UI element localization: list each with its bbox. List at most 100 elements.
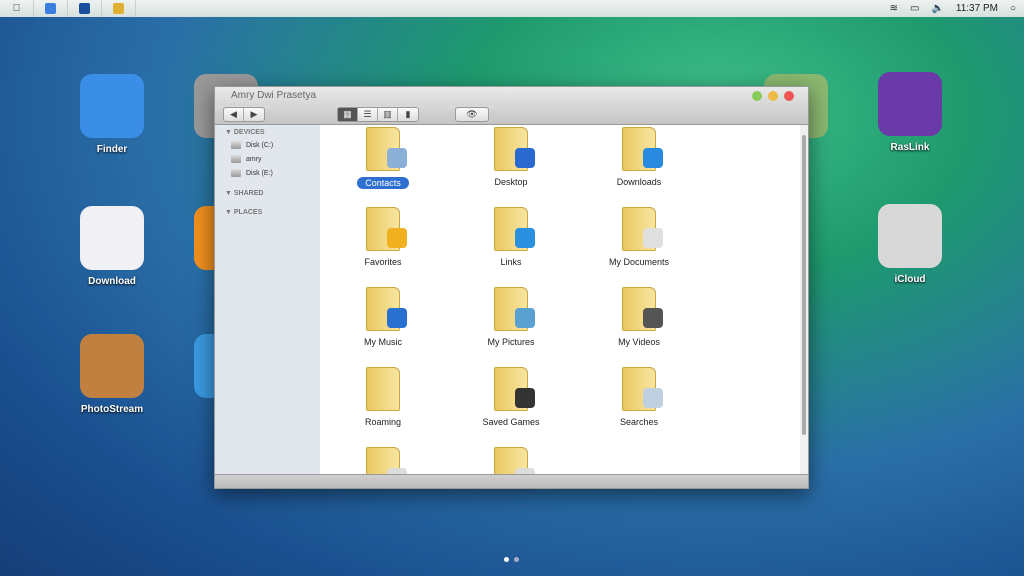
app-icon [80, 334, 144, 398]
app-icon [878, 204, 942, 268]
folder-app-icon[interactable] [102, 0, 136, 17]
volume-icon[interactable]: 🔈 [931, 3, 943, 14]
folder-item[interactable]: Links [456, 207, 566, 267]
finder-icon[interactable] [34, 0, 68, 17]
folder-item[interactable]: My Music [328, 287, 438, 347]
eye-icon[interactable]: 👁 [456, 108, 488, 121]
sidebar: ▼ DEVICES Disk (C:) amry Disk (E:) ▼ SHARED ▼… [215, 125, 320, 474]
folder-item[interactable]: Searches [584, 367, 694, 427]
sidebar-item-label: Disk (E:) [246, 169, 273, 177]
folder-label: Favorites [364, 257, 402, 267]
desktop-icon-label: RasLink [890, 142, 930, 153]
folder-item[interactable] [456, 447, 566, 474]
folder-icon [622, 287, 663, 331]
photoshop-icon[interactable] [68, 0, 102, 17]
app-icon [80, 206, 144, 270]
minimize-button[interactable] [752, 91, 762, 101]
sidebar-section[interactable]: ▼ SHARED [215, 186, 320, 199]
disk-icon [231, 169, 241, 177]
folder-item[interactable]: Downloads [584, 127, 694, 187]
disk-icon [231, 141, 241, 149]
clock[interactable]: 11:37 PM [956, 3, 998, 14]
folder-label: My Pictures [487, 337, 535, 347]
desktop-icon-label: Download [88, 276, 136, 287]
folder-label: Contacts [357, 177, 409, 189]
title-bar[interactable]: Amry Dwi Prasetya [215, 87, 808, 105]
scroll-thumb[interactable] [802, 135, 806, 435]
search-icon[interactable]: ○ [1010, 3, 1016, 14]
desktop-icon[interactable]: Download [72, 206, 152, 287]
folder-label: My Videos [618, 337, 660, 347]
desktop-icon[interactable]: PhotoStream [72, 334, 152, 415]
sidebar-section[interactable]: ▼ DEVICES [215, 125, 320, 138]
wifi-icon[interactable]: ≋ [890, 3, 898, 14]
folder-label: Roaming [364, 417, 402, 427]
page-indicator[interactable] [504, 557, 519, 562]
folder-icon [622, 207, 663, 251]
back-button[interactable]: ◀ [224, 108, 244, 121]
desktop-icon-label: Finder [96, 144, 128, 155]
section-label: PLACES [233, 209, 263, 216]
folder-item[interactable]: Favorites [328, 207, 438, 267]
folder-icon [366, 287, 407, 331]
app-icon [80, 74, 144, 138]
sidebar-item-label: Disk (C:) [246, 141, 274, 149]
scrollbar[interactable] [800, 125, 808, 474]
sidebar-item-label: amry [246, 155, 262, 163]
folder-label: My Documents [608, 257, 670, 267]
window-title: Amry Dwi Prasetya [231, 90, 317, 101]
folder-icon [494, 447, 535, 474]
folder-icon [366, 127, 407, 171]
folder-item[interactable]: My Videos [584, 287, 694, 347]
column-view-button[interactable]: ▥ [378, 108, 398, 121]
folder-item[interactable]: My Pictures [456, 287, 566, 347]
folder-item[interactable]: Desktop [456, 127, 566, 187]
section-label: SHARED [233, 190, 264, 197]
app-icon [878, 72, 942, 136]
page-dot[interactable] [504, 557, 509, 562]
file-grid: Contacts Desktop Downloads Favorites Links My… [320, 125, 800, 474]
page-dot[interactable] [514, 557, 519, 562]
close-button[interactable] [784, 91, 794, 101]
icon-view-button[interactable]: ▦ [338, 108, 358, 121]
folder-icon [622, 367, 663, 411]
desktop-icon-label: iCloud [894, 274, 926, 285]
folder-icon [494, 287, 535, 331]
folder-label: Links [500, 257, 522, 267]
folder-item[interactable]: Contacts [328, 127, 438, 189]
folder-icon [494, 127, 535, 171]
sidebar-item[interactable]: amry [215, 152, 320, 166]
desktop-icon-label: PhotoStream [80, 404, 144, 415]
list-view-button[interactable]: ☰ [358, 108, 378, 121]
desktop-icon[interactable]: iCloud [870, 204, 950, 285]
desktop-icon[interactable]: RasLink [870, 72, 950, 153]
folder-label: My Music [364, 337, 402, 347]
coverflow-view-button[interactable]: ▮ [398, 108, 418, 121]
folder-label: Searches [619, 417, 659, 427]
sidebar-item[interactable]: Disk (E:) [215, 166, 320, 180]
folder-item[interactable]: My Documents [584, 207, 694, 267]
disk-icon [231, 155, 241, 163]
folder-item[interactable]: Saved Games [456, 367, 566, 427]
sidebar-item[interactable]: Disk (C:) [215, 138, 320, 152]
zoom-button[interactable] [768, 91, 778, 101]
section-label: DEVICES [233, 129, 265, 136]
desktop-icon[interactable]: Finder [72, 74, 152, 155]
finder-window: Amry Dwi Prasetya ◀ ▶ ▦ ☰ ▥ ▮ 👁 ▼ DEVICES Dis… [214, 86, 809, 489]
folder-icon [622, 127, 663, 171]
apple-icon[interactable]:  [0, 0, 34, 17]
forward-button[interactable]: ▶ [244, 108, 264, 121]
folder-item[interactable]: Roaming [328, 367, 438, 427]
toolbar: ◀ ▶ ▦ ☰ ▥ ▮ 👁 [215, 105, 808, 125]
status-bar [215, 474, 808, 488]
folder-icon [366, 207, 407, 251]
folder-icon [494, 207, 535, 251]
folder-icon [366, 367, 400, 411]
sidebar-section[interactable]: ▼ PLACES [215, 205, 320, 218]
folder-label: Desktop [494, 177, 528, 187]
folder-item[interactable] [328, 447, 438, 474]
folder-icon [366, 447, 407, 474]
battery-icon[interactable]: ▭ [910, 3, 919, 14]
menu-bar:  ≋ ▭ 🔈 11:37 PM ○ [0, 0, 1024, 17]
folder-label: Saved Games [482, 417, 540, 427]
